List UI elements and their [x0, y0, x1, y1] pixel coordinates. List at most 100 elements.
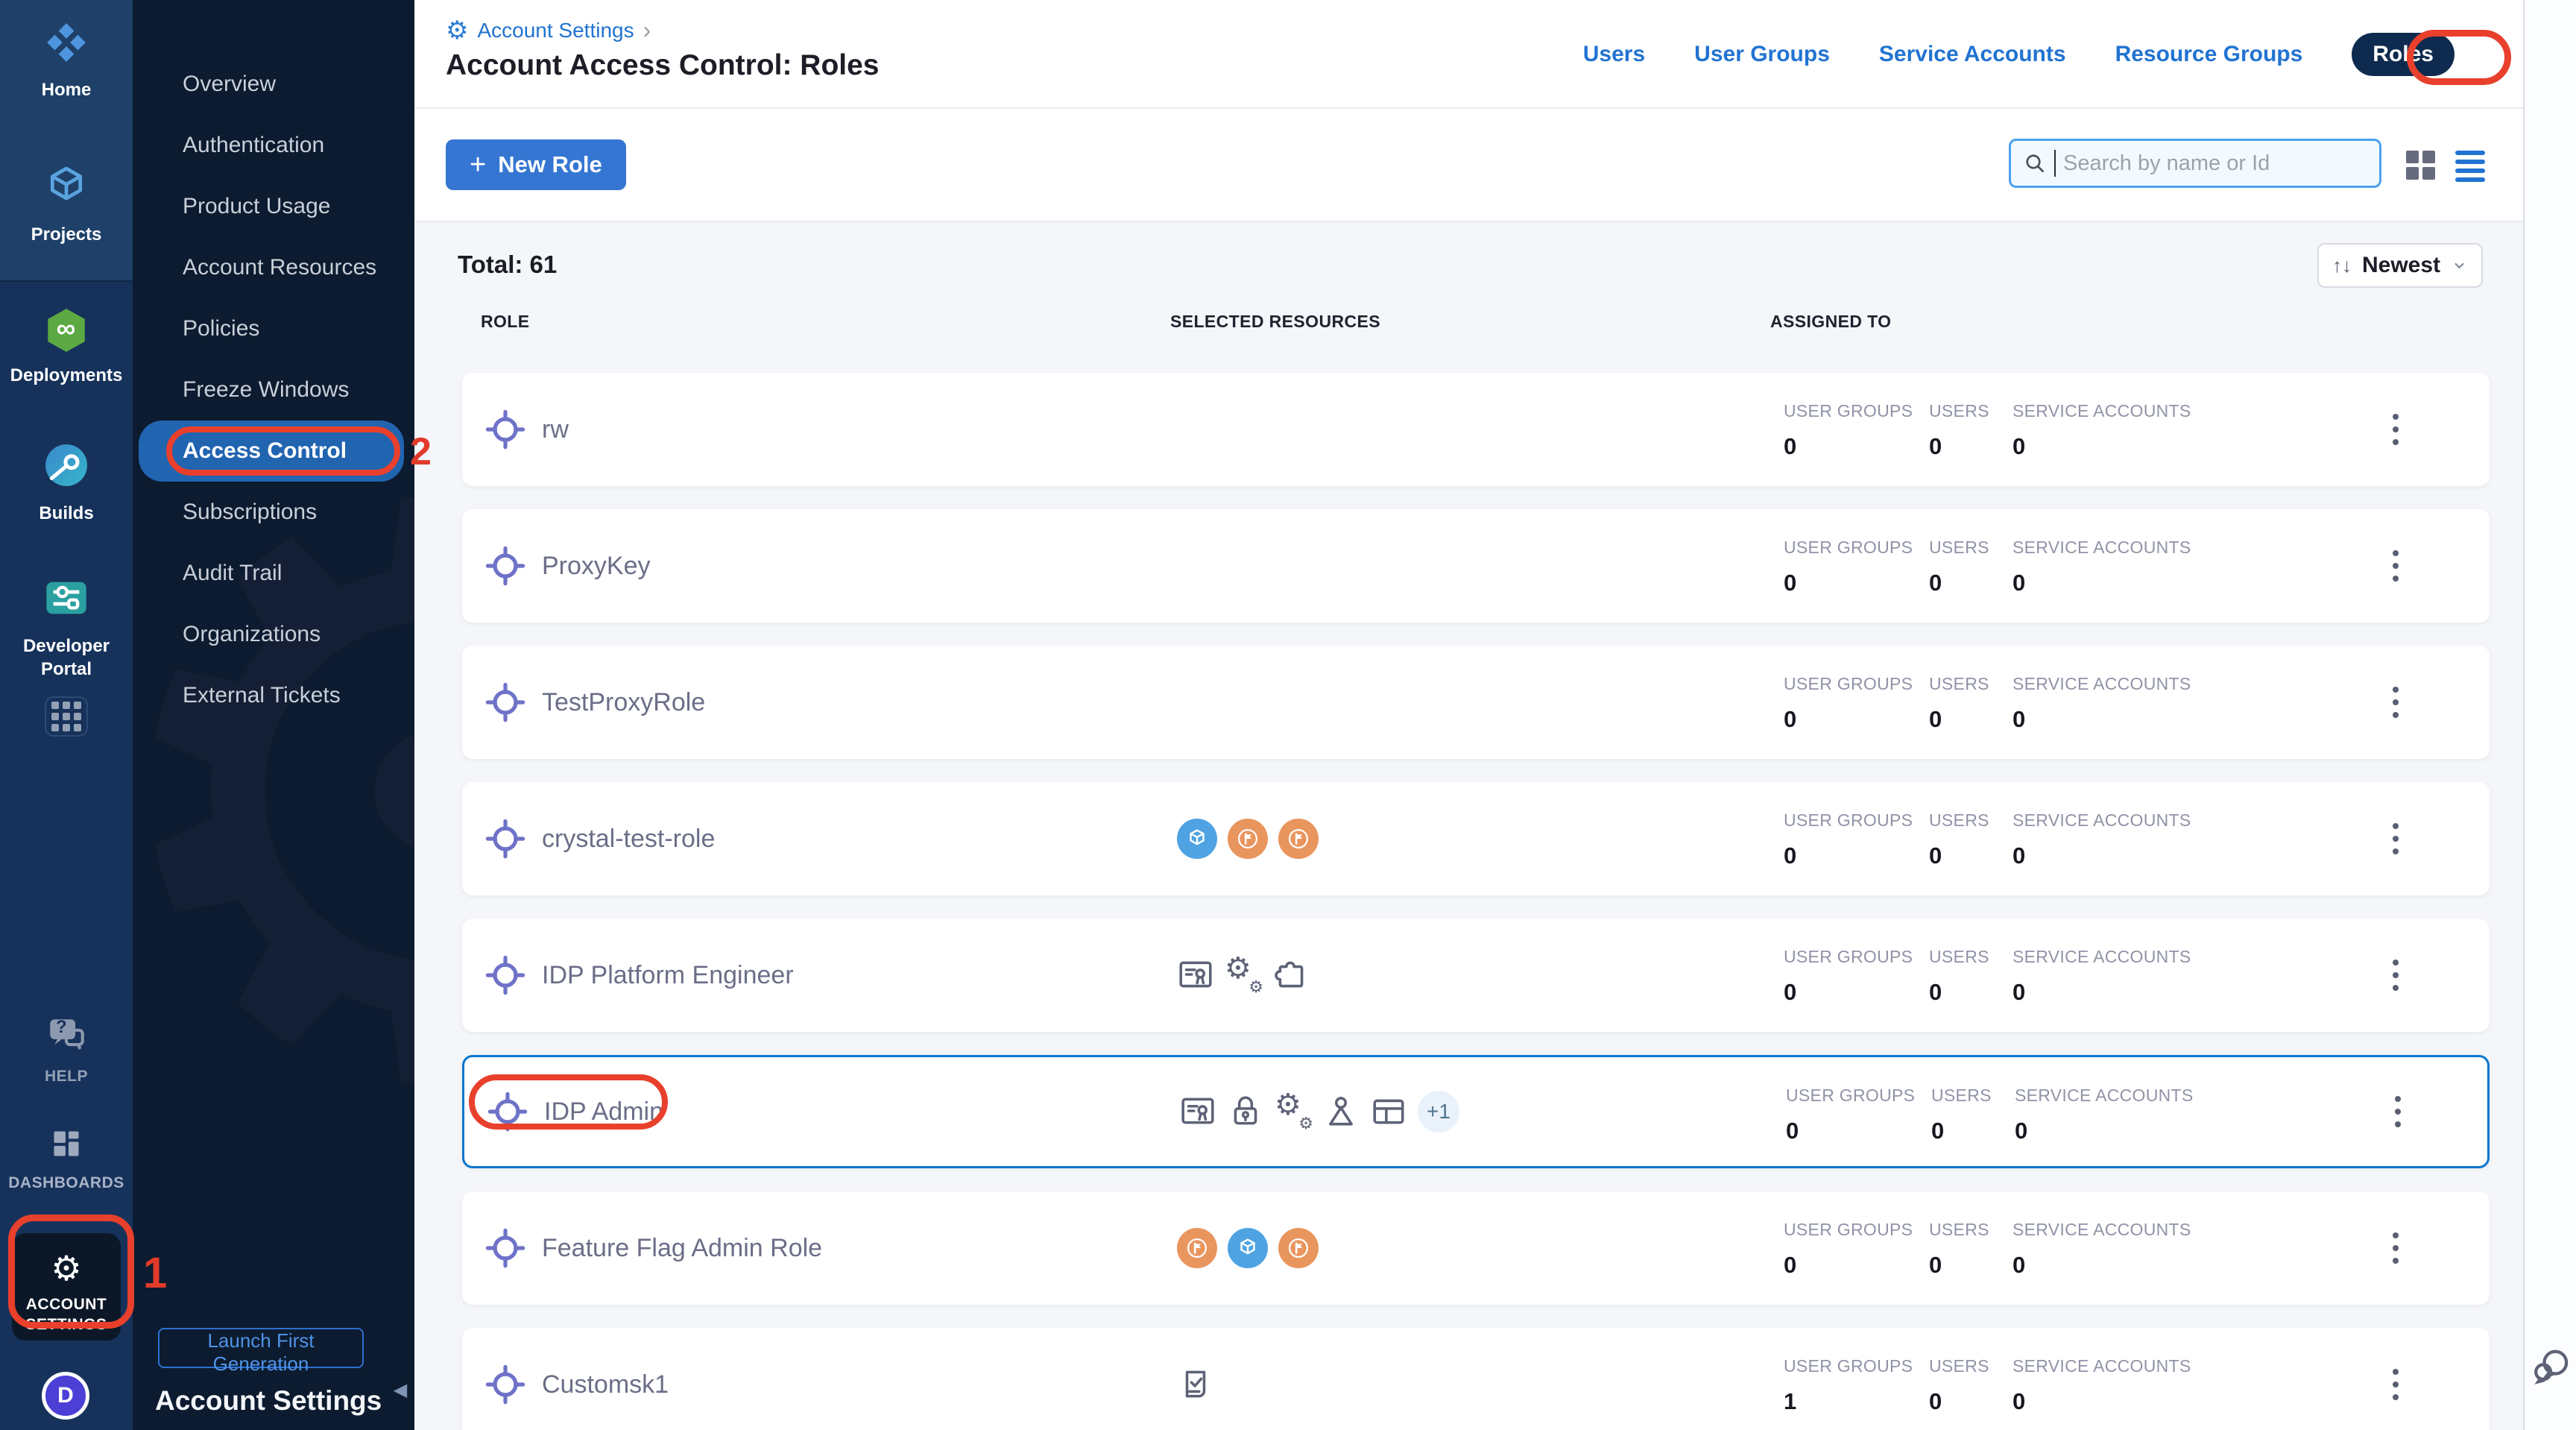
stat-label: USER GROUPS: [1786, 1086, 1915, 1106]
breadcrumb-account-settings-link[interactable]: Account Settings: [477, 19, 634, 42]
page: Home Projects ∞ Deployments Builds: [0, 0, 2576, 1430]
new-role-button[interactable]: + New Role: [446, 139, 626, 190]
stat-service-accounts: SERVICE ACCOUNTS0: [2015, 1086, 2194, 1144]
tab-user-groups[interactable]: User Groups: [1694, 42, 1830, 67]
support-chat-button[interactable]: [2531, 1346, 2571, 1387]
launch-first-generation-button[interactable]: Launch First Generation: [158, 1328, 364, 1368]
role-cell: TestProxyRole: [485, 646, 705, 759]
subnav-item-subscriptions[interactable]: Subscriptions: [133, 482, 414, 543]
subnav-item-organizations[interactable]: Organizations: [133, 604, 414, 665]
role-cell: IDP Admin: [487, 1057, 663, 1166]
stat-value: 0: [1929, 1388, 1989, 1415]
breadcrumb-gear-icon: ⚙: [446, 18, 468, 43]
stat-label: USERS: [1929, 538, 1989, 558]
role-row-customsk1[interactable]: Customsk1USER GROUPS1USERS0SERVICE ACCOU…: [462, 1328, 2490, 1430]
collapse-panel-button[interactable]: ◀: [388, 1373, 413, 1406]
search-input[interactable]: [2063, 151, 2367, 176]
stat-value: 0: [1929, 1252, 1989, 1279]
assigned-to-cell: USER GROUPS0USERS0SERVICE ACCOUNTS0: [1784, 782, 2365, 895]
subnav-item-external-tickets[interactable]: External Tickets: [133, 665, 414, 726]
role-row-feature-flag-admin-role[interactable]: Feature Flag Admin RoleUSER GROUPS0USERS…: [462, 1191, 2490, 1305]
stat-value: 0: [1784, 706, 1913, 733]
subnav-item-access-control[interactable]: Access Control: [139, 421, 404, 482]
stat-service-accounts: SERVICE ACCOUNTS0: [2012, 1356, 2191, 1415]
row-menu-button[interactable]: [2385, 1361, 2406, 1408]
row-menu-button[interactable]: [2385, 816, 2406, 862]
grid-view-button[interactable]: [2406, 151, 2435, 180]
tab-service-accounts[interactable]: Service Accounts: [1879, 42, 2066, 67]
header-tabs: Users User Groups Service Accounts Resource…: [1583, 0, 2455, 109]
sort-dropdown[interactable]: ↑↓ Newest: [2317, 243, 2483, 288]
role-crosshair-icon: [485, 1364, 525, 1405]
role-row-testproxyrole[interactable]: TestProxyRoleUSER GROUPS0USERS0SERVICE A…: [462, 646, 2490, 759]
role-name: crystal-test-role: [542, 825, 715, 854]
rail-item-home[interactable]: Home: [0, 19, 133, 101]
stat-value: 0: [1929, 842, 1989, 869]
user-avatar[interactable]: D: [42, 1372, 89, 1420]
rail-item-dashboards[interactable]: DASHBOARDS: [0, 1127, 133, 1193]
subnav-item-policies[interactable]: Policies: [133, 298, 414, 359]
role-crosshair-icon: [485, 409, 525, 450]
role-row-proxykey[interactable]: ProxyKey USER GROUPS0USERS0SERVICE ACCOUN…: [462, 509, 2490, 623]
gears-resource-icon: ⚙⚙: [1225, 957, 1262, 994]
certificate-resource-icon: [1177, 957, 1214, 994]
row-menu-button[interactable]: [2385, 406, 2406, 453]
subnav-item-product-usage[interactable]: Product Usage: [133, 176, 414, 237]
stat-value: 0: [1784, 1252, 1913, 1279]
role-cell: Customsk1: [485, 1328, 669, 1430]
row-menu-button[interactable]: [2385, 543, 2406, 589]
subnav-item-overview[interactable]: Overview: [133, 54, 414, 115]
rail-item-account-settings[interactable]: ⚙ ACCOUNT SETTINGS: [0, 1251, 133, 1335]
rail-item-deployments[interactable]: ∞ Deployments: [0, 306, 133, 387]
subnav-item-authentication[interactable]: Authentication: [133, 115, 414, 176]
stat-label: USERS: [1929, 1356, 1989, 1376]
assigned-to-cell: USER GROUPS0USERS0SERVICE ACCOUNTS0: [1784, 1191, 2365, 1305]
feature-flag-resource-icon: [1278, 1228, 1319, 1268]
stat-users: USERS0: [1929, 1220, 1989, 1279]
chevron-down-icon: [2451, 255, 2468, 276]
rail-item-builds[interactable]: Builds: [0, 441, 133, 525]
tab-roles-active[interactable]: Roles: [2352, 33, 2455, 76]
row-menu-button[interactable]: [2387, 1089, 2408, 1135]
row-menu-button[interactable]: [2385, 952, 2406, 998]
stat-label: SERVICE ACCOUNTS: [2012, 538, 2191, 558]
resources-overflow-badge: +1: [1418, 1091, 1459, 1133]
document-check-resource-icon: [1177, 1366, 1214, 1403]
stat-user-groups: USER GROUPS0: [1784, 674, 1913, 733]
assigned-to-cell: USER GROUPS0USERS0SERVICE ACCOUNTS0: [1784, 373, 2365, 486]
stat-value: 0: [1929, 706, 1989, 733]
rail-item-projects[interactable]: Projects: [0, 163, 133, 246]
stat-label: USER GROUPS: [1784, 401, 1913, 421]
role-row-rw[interactable]: rwUSER GROUPS0USERS0SERVICE ACCOUNTS0: [462, 373, 2490, 486]
row-menu-button[interactable]: [2385, 1225, 2406, 1271]
stat-service-accounts: SERVICE ACCOUNTS0: [2012, 674, 2191, 733]
puzzle-resource-icon: [1272, 957, 1310, 994]
subnav-item-audit-trail[interactable]: Audit Trail: [133, 543, 414, 604]
subnav-item-freeze-windows[interactable]: Freeze Windows: [133, 359, 414, 421]
subnav-item-account-resources[interactable]: Account Resources: [133, 237, 414, 298]
role-row-idp-admin[interactable]: IDP Admin⚙⚙+1USER GROUPS0USERS0SERVICE A…: [462, 1055, 2490, 1168]
stat-service-accounts: SERVICE ACCOUNTS0: [2012, 401, 2191, 460]
stat-label: SERVICE ACCOUNTS: [2012, 1356, 2191, 1376]
cube-resource-icon: [1177, 819, 1217, 859]
rail-item-developer-portal[interactable]: Developer Portal: [0, 574, 133, 681]
assigned-to-cell: USER GROUPS0USERS0SERVICE ACCOUNTS0: [1784, 509, 2365, 623]
list-view-button[interactable]: [2455, 151, 2485, 182]
column-header-role: ROLE: [481, 312, 530, 332]
role-row-crystal-test-role[interactable]: crystal-test-role USER GROUPS0USERS0SERVI…: [462, 782, 2490, 895]
role-name: TestProxyRole: [542, 688, 705, 717]
role-name: ProxyKey: [542, 552, 651, 581]
stat-label: SERVICE ACCOUNTS: [2012, 674, 2191, 694]
page-header: ⚙ Account Settings › Account Access Cont…: [414, 0, 2523, 109]
page-title: Account Access Control: Roles: [446, 49, 880, 82]
rail-item-module-picker[interactable]: [0, 696, 133, 737]
stat-value: 0: [2012, 1252, 2191, 1279]
tab-users[interactable]: Users: [1583, 42, 1645, 67]
rail-label-developer-portal: Developer Portal: [18, 634, 115, 681]
role-row-idp-platform-engineer[interactable]: IDP Platform Engineer⚙⚙USER GROUPS0USERS…: [462, 919, 2490, 1032]
stat-service-accounts: SERVICE ACCOUNTS0: [2012, 1220, 2191, 1279]
rail-item-help[interactable]: ? HELP: [0, 1014, 133, 1086]
tab-resource-groups[interactable]: Resource Groups: [2115, 42, 2303, 67]
row-menu-button[interactable]: [2385, 679, 2406, 725]
rail-label-deployments: Deployments: [10, 364, 123, 387]
